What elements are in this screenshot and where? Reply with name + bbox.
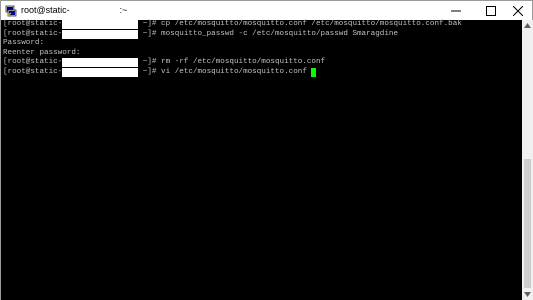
maximize-icon	[486, 5, 496, 16]
title-bar[interactable]: root@static- :~	[1, 1, 532, 20]
prompt-start: [root@static-	[3, 20, 63, 28]
prompt-start: [root@static-	[3, 67, 63, 76]
command-text: mosquitto_passwd -c /etc/mosquitto/passw…	[161, 29, 399, 38]
scrollbar-thumb[interactable]	[524, 159, 531, 288]
close-button[interactable]	[503, 1, 533, 20]
title-redacted	[70, 6, 120, 16]
command-text: cp /etc/mosquitto/mosquitto.conf /etc/mo…	[161, 20, 462, 28]
terminal-line: [root@static- ~]# mosquitto_passwd -c /e…	[3, 29, 522, 40]
redacted-hostname	[62, 67, 139, 77]
title-host-prefix: root@static-	[21, 5, 70, 15]
close-icon	[513, 5, 523, 16]
title-path-suffix: :~	[119, 5, 128, 15]
prompt-start: [root@static-	[3, 58, 63, 67]
redacted-hostname	[62, 29, 139, 39]
terminal-line: [root@static- ~]# rm -rf /etc/mosquitto/…	[3, 58, 522, 68]
output-text: Reenter password:	[3, 48, 81, 57]
command-text: rm -rf /etc/mosquitto/mosquitto.conf	[161, 58, 326, 67]
prompt-end: ~]#	[138, 20, 162, 28]
scroll-up-icon	[524, 23, 531, 28]
maximize-button[interactable]	[476, 1, 506, 20]
scroll-up-button[interactable]	[522, 20, 533, 31]
prompt-start: [root@static-	[3, 29, 63, 38]
prompt-end: ~]#	[138, 58, 162, 67]
scroll-down-icon	[524, 292, 531, 297]
terminal-window: root@static- :~ [root@static- ~]# cp /etc…	[0, 0, 533, 300]
terminal-output[interactable]: [root@static- ~]# cp /etc/mosquitto/mosq…	[1, 20, 522, 300]
prompt-end: ~]#	[138, 67, 162, 76]
command-text: vi /etc/mosquitto/mosquitto.conf	[161, 67, 312, 76]
output-text: Password:	[3, 39, 45, 48]
vertical-scrollbar[interactable]	[522, 20, 533, 300]
window-title: root@static- :~	[21, 4, 127, 16]
minimize-button[interactable]	[441, 1, 471, 20]
minimize-icon	[451, 10, 461, 11]
redacted-hostname	[62, 20, 139, 29]
putty-icon[interactable]	[5, 4, 17, 17]
scroll-down-button[interactable]	[522, 289, 533, 300]
terminal-line: Password:	[3, 39, 522, 49]
redacted-hostname	[62, 58, 139, 68]
terminal-line: [root@static- ~]# vi /etc/mosquitto/mosq…	[3, 67, 522, 78]
terminal-line: Reenter password:	[3, 49, 522, 59]
terminal-line: [root@static- ~]# cp /etc/mosquitto/mosq…	[3, 20, 522, 30]
text-cursor	[311, 67, 317, 77]
prompt-end: ~]#	[138, 29, 162, 38]
